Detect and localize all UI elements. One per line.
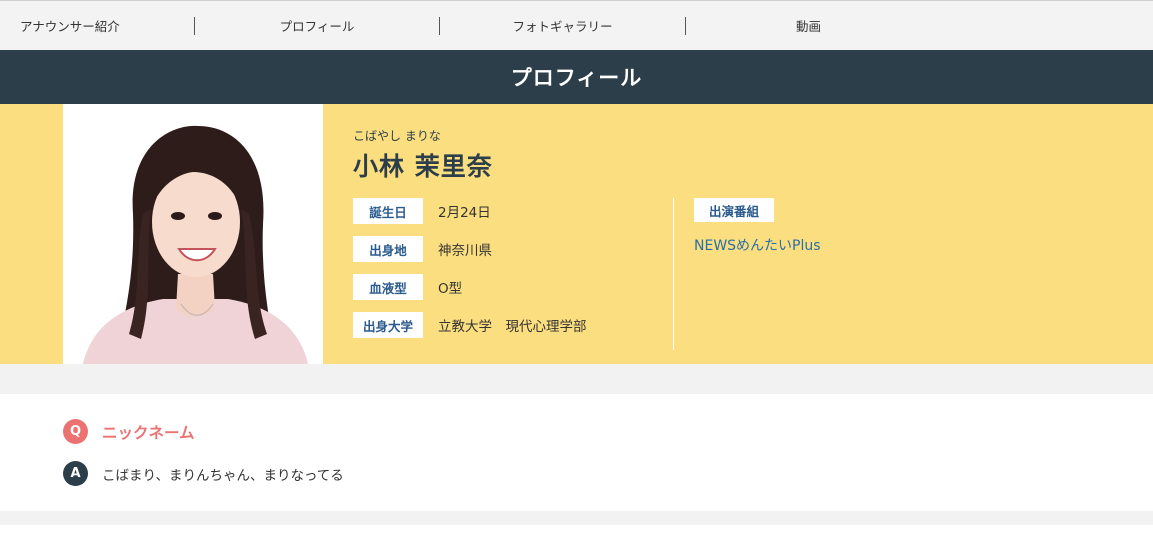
- top-nav: アナウンサー紹介 プロフィール フォトギャラリー 動画: [0, 0, 1153, 50]
- field-value: O型: [438, 281, 463, 297]
- field-row-blood-type: 血液型 O型: [353, 274, 462, 300]
- field-row-birthday: 誕生日 2月24日: [353, 198, 491, 224]
- portrait-image: [63, 104, 323, 364]
- field-label: 出身大学: [353, 312, 423, 338]
- nav-item-profile[interactable]: プロフィール: [195, 16, 440, 35]
- field-label: 血液型: [353, 274, 423, 300]
- answer-row: A こばまり、まりんちゃん、まりなってる: [63, 461, 344, 486]
- profile-section: こばやし まりな 小林 茉里奈 誕生日 2月24日 出身地 神奈川県 血液型 O…: [0, 104, 1153, 364]
- programs-label: 出演番組: [694, 198, 774, 222]
- nav-item-photo-gallery[interactable]: フォトギャラリー: [440, 16, 686, 35]
- announcer-name: 小林 茉里奈: [353, 152, 493, 181]
- nav-item-announcers[interactable]: アナウンサー紹介: [0, 16, 195, 35]
- field-row-hometown: 出身地 神奈川県: [353, 236, 492, 262]
- column-divider: [673, 198, 674, 350]
- answer-text: こばまり、まりんちゃん、まりなってる: [102, 467, 344, 484]
- section-separator: [0, 511, 1153, 525]
- programs-header: 出演番組: [694, 198, 774, 222]
- question-text: ニックネーム: [102, 423, 195, 442]
- page-title: プロフィール: [0, 50, 1153, 104]
- program-link[interactable]: NEWSめんたいPlus: [694, 235, 821, 255]
- answer-icon: A: [63, 461, 88, 486]
- field-label: 誕生日: [353, 198, 423, 224]
- question-icon: Q: [63, 419, 88, 444]
- field-value: 2月24日: [438, 205, 491, 221]
- next-section: [0, 525, 1153, 540]
- field-value: 神奈川県: [438, 243, 492, 259]
- nav-item-video[interactable]: 動画: [686, 17, 931, 35]
- profile-photo: [63, 104, 323, 364]
- field-row-university: 出身大学 立教大学 現代心理学部: [353, 312, 587, 338]
- field-value: 立教大学 現代心理学部: [438, 319, 587, 335]
- name-reading: こばやし まりな: [353, 129, 441, 143]
- field-label: 出身地: [353, 236, 423, 262]
- profile-info: こばやし まりな 小林 茉里奈 誕生日 2月24日 出身地 神奈川県 血液型 O…: [353, 104, 1153, 364]
- question-row: Q ニックネーム: [63, 419, 195, 444]
- qa-section: Q ニックネーム A こばまり、まりんちゃん、まりなってる: [0, 394, 1153, 511]
